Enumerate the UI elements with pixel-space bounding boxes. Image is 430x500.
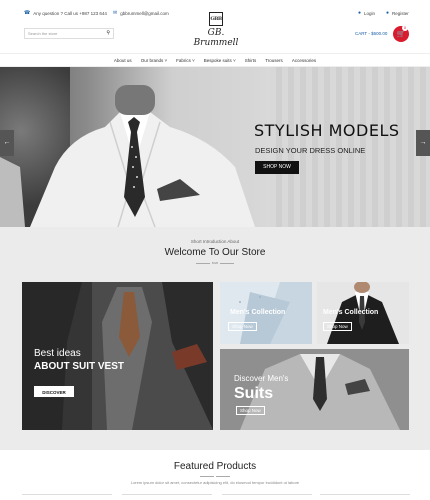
product-card-top xyxy=(222,494,312,500)
contact-email[interactable]: ✉ gbbrummell@gmail.com xyxy=(113,10,169,17)
banner-mens-suits[interactable]: Discover Men's Suits Shop Now xyxy=(220,349,409,430)
nav-our-brands[interactable]: Our brands ˅ xyxy=(141,58,167,63)
site-logo[interactable]: GBB GB. Brummell xyxy=(188,12,244,48)
banner-mens-collection-2[interactable]: Men's Collection Shop Now xyxy=(317,282,409,344)
vest-line2: ABOUT SUIT VEST xyxy=(34,361,125,372)
suits-shop-now-button[interactable]: Shop Now xyxy=(236,406,265,415)
contact-question-text: Any question ? Call us +987 123 644 xyxy=(33,11,107,16)
logo-mark: GBB xyxy=(209,12,223,26)
hero-prev-button[interactable]: ← xyxy=(0,130,14,156)
divider-line xyxy=(220,262,234,264)
logo-text: GB. Brummell xyxy=(193,28,239,48)
intro-divider: BGB xyxy=(196,261,234,265)
hero-next-button[interactable]: → xyxy=(416,130,430,156)
cart-count-badge: 0 xyxy=(402,25,408,31)
mail-icon: ✉ xyxy=(113,10,118,16)
product-card-top xyxy=(320,494,410,500)
hero-title: STYLISH MODELS xyxy=(254,121,400,140)
login-link[interactable]: ● Login xyxy=(358,10,375,17)
chevron-down-icon: ˅ xyxy=(233,57,236,63)
vest-line1: Best ideas xyxy=(34,348,81,359)
nav-fabrics[interactable]: Fabrics ˅ xyxy=(176,58,195,63)
main-nav: About us Our brands ˅ Fabrics ˅ Bespoke … xyxy=(0,53,430,67)
hero-slider: ← → STYLISH MODELS DESIGN YOUR DRESS ONL… xyxy=(0,67,430,227)
nav-bespoke-suits[interactable]: Bespoke suits ˅ xyxy=(204,58,236,63)
divider-line xyxy=(200,476,214,477)
collection1-shop-now-button[interactable]: Shop Now xyxy=(228,322,257,331)
hero-model-image xyxy=(0,85,255,227)
divider-mark: BGB xyxy=(211,261,219,265)
divider-line xyxy=(216,476,230,477)
search-placeholder: Search the store xyxy=(28,31,58,36)
login-label[interactable]: Login xyxy=(364,11,375,16)
product-card-top xyxy=(22,494,112,500)
nav-our-brands-label[interactable]: Our brands xyxy=(141,58,164,63)
cart-total[interactable]: CART - $600.00 xyxy=(355,31,387,36)
cart-icon: 🛒 xyxy=(396,31,406,38)
featured-products-section: Featured Products Lorem ipsum dolor sit … xyxy=(0,450,430,500)
chevron-down-icon: ˅ xyxy=(164,57,168,63)
divider-line xyxy=(196,262,210,264)
nav-about-us[interactable]: About us xyxy=(114,58,132,63)
banner-mens-collection-1[interactable]: Men's Collection Shop Now xyxy=(220,282,312,344)
register-link[interactable]: ● Register xyxy=(386,10,409,17)
phone-icon: ☎ xyxy=(24,10,31,16)
collection2-shop-now-button[interactable]: Shop Now xyxy=(323,322,352,331)
featured-title: Featured Products xyxy=(173,461,257,472)
product-card-top xyxy=(122,494,212,500)
collection2-title: Men's Collection xyxy=(323,309,379,316)
nav-bespoke-suits-label[interactable]: Bespoke suits xyxy=(204,58,232,63)
chevron-down-icon: ˅ xyxy=(192,57,195,63)
intro-title: Welcome To Our Store xyxy=(164,247,266,258)
hero-subtitle: DESIGN YOUR DRESS ONLINE xyxy=(255,146,366,155)
collection1-title: Men's Collection xyxy=(230,309,286,316)
nav-shirts[interactable]: Shirts xyxy=(245,58,257,63)
nav-trousers[interactable]: Trousers xyxy=(265,58,283,63)
contact-email-text[interactable]: gbbrummell@gmail.com xyxy=(120,11,169,16)
suits-line2: Suits xyxy=(234,385,274,402)
nav-accessories[interactable]: Accessories xyxy=(292,58,316,63)
suits-line1: Discover Men's xyxy=(234,374,289,383)
search-input[interactable]: Search the store ⚲ xyxy=(24,28,114,39)
contact-question: ☎ Any question ? Call us +987 123 644 xyxy=(24,10,107,17)
user-icon: ● xyxy=(386,10,390,16)
featured-subtitle: Lorem ipsum dolor sit amet, consectetur … xyxy=(130,480,300,485)
intro-kicker: Short Introduction About xyxy=(190,239,240,244)
search-icon[interactable]: ⚲ xyxy=(106,31,110,36)
discover-button[interactable]: DISCOVER xyxy=(34,386,74,397)
register-label[interactable]: Register xyxy=(392,11,409,16)
featured-divider xyxy=(200,475,230,478)
nav-fabrics-label[interactable]: Fabrics xyxy=(176,58,191,63)
banner-suit-vest[interactable]: Best ideas ABOUT SUIT VEST DISCOVER xyxy=(22,282,213,430)
lock-icon: ● xyxy=(358,10,362,16)
hero-shop-now-button[interactable]: SHOP NOW xyxy=(255,161,299,174)
